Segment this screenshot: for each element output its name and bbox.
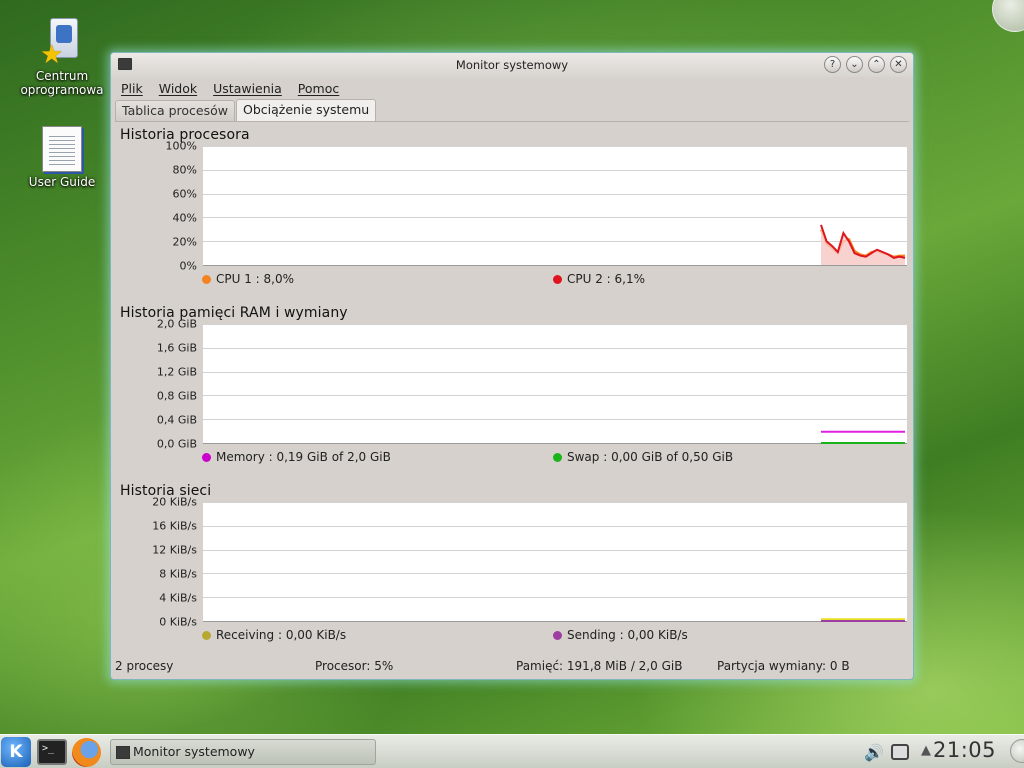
y-tick-label: 80% [172, 163, 197, 177]
software-center-icon: ★ [40, 18, 84, 68]
legend-receiving: Receiving : 0,00 KiB/s [202, 628, 346, 642]
y-tick-label: 0,8 GiB [156, 389, 197, 403]
sending-legend-label: Sending : 0,00 KiB/s [567, 628, 688, 642]
chart-svg [203, 146, 907, 266]
status-cpu: Procesor: 5% [315, 659, 394, 673]
y-tick-label: 1,6 GiB [156, 341, 197, 355]
system-load-panel: Historia procesora 100% 80% 60% 40% 20% 0% CP… [115, 121, 909, 651]
cpu-y-axis: 100% 80% 60% 40% 20% 0% [115, 140, 197, 273]
volume-icon[interactable]: 🔊 [864, 743, 884, 762]
memory-y-axis: 2,0 GiB 1,6 GiB 1,2 GiB 0,8 GiB 0,4 GiB 0,0 G… [115, 318, 197, 451]
kde-menu-icon[interactable]: K [1, 737, 31, 767]
legend-swap: Swap : 0,00 GiB of 0,50 GiB [553, 450, 733, 464]
chart-svg [203, 502, 907, 622]
network-history-plot [203, 502, 907, 622]
taskbar-task-system-monitor[interactable]: Monitor systemowy [110, 739, 376, 765]
status-processes: 2 procesy [115, 659, 174, 673]
y-tick-label: 16 KiB/s [152, 519, 197, 533]
y-tick-label: 20 KiB/s [152, 495, 197, 509]
desktop-icon-centrum[interactable]: ★ Centrum oprogramowa [16, 18, 108, 97]
statusbar: 2 procesy Procesor: 5% Pamięć: 191,8 MiB… [111, 653, 913, 679]
menu-pomoc[interactable]: Pomoc [298, 81, 339, 96]
taskbar: K >_ Monitor systemowy 🔊 ▲ 21:05 [0, 734, 1024, 768]
tab-bar: Tablica procesów Obciążenie systemu [111, 99, 913, 121]
window-titlebar[interactable]: Monitor systemowy ? ⌄ ⌃ ✕ [111, 53, 913, 77]
y-tick-label: 0% [179, 259, 197, 273]
desktop-icon-label: Centrum oprogramowa [20, 69, 104, 97]
cpu1-legend-label: CPU 1 : 8,0% [216, 272, 295, 286]
tray-arrow-icon[interactable]: ▲ [921, 743, 931, 758]
y-tick-label: 0 KiB/s [159, 615, 197, 629]
desktop-cashew-icon[interactable] [992, 0, 1024, 32]
legend-cpu2: CPU 2 : 6,1% [553, 272, 645, 286]
panel-cashew-icon[interactable] [1010, 739, 1024, 763]
chart-svg [203, 324, 907, 444]
system-monitor-window[interactable]: Monitor systemowy ? ⌄ ⌃ ✕ Plik Widok Ust… [110, 52, 914, 680]
y-tick-label: 12 KiB/s [152, 543, 197, 557]
desktop-icon-user-guide[interactable]: User Guide [16, 126, 108, 189]
network-icon[interactable] [891, 744, 909, 760]
receiving-legend-label: Receiving : 0,00 KiB/s [216, 628, 347, 642]
tab-system-load[interactable]: Obciążenie systemu [236, 99, 377, 121]
window-title: Monitor systemowy [455, 58, 569, 72]
firefox-icon[interactable] [72, 738, 101, 767]
y-tick-label: 0,4 GiB [156, 413, 197, 427]
desktop-icon-label: User Guide [28, 175, 96, 189]
receiving-legend-dot [202, 630, 211, 640]
menu-widok[interactable]: Widok [159, 81, 197, 96]
tab-process-table[interactable]: Tablica procesów [115, 100, 236, 121]
memory-legend-label: Memory : 0,19 GiB of 2,0 GiB [216, 450, 391, 464]
status-memory: Pamięć: 191,8 MiB / 2,0 GiB [516, 659, 683, 673]
sending-legend-dot [553, 630, 562, 640]
menubar: Plik Widok Ustawienia Pomoc [111, 77, 913, 99]
user-guide-icon [42, 126, 82, 172]
network-y-axis: 20 KiB/s 16 KiB/s 12 KiB/s 8 KiB/s 4 KiB/s 0 … [115, 496, 197, 629]
swap-legend-dot [553, 452, 562, 462]
y-tick-label: 100% [165, 139, 197, 153]
series-area-cpu-2 [821, 224, 905, 265]
y-tick-label: 40% [172, 211, 197, 225]
cpu2-legend-label: CPU 2 : 6,1% [567, 272, 646, 286]
help-button[interactable]: ? [824, 56, 841, 73]
minimize-button[interactable]: ⌄ [846, 56, 863, 73]
menu-plik[interactable]: Plik [121, 81, 143, 96]
clock[interactable]: 21:05 [933, 738, 996, 762]
y-tick-label: 60% [172, 187, 197, 201]
cpu-history-plot [203, 146, 907, 266]
menu-ustawienia[interactable]: Ustawienia [213, 81, 282, 96]
legend-cpu1: CPU 1 : 8,0% [202, 272, 294, 286]
status-swap: Partycja wymiany: 0 B [717, 659, 850, 673]
y-tick-label: 2,0 GiB [156, 317, 197, 331]
cpu2-legend-dot [553, 274, 562, 284]
terminal-icon[interactable]: >_ [37, 739, 67, 765]
y-tick-label: 1,2 GiB [156, 365, 197, 379]
close-button[interactable]: ✕ [890, 56, 907, 73]
y-tick-label: 20% [172, 235, 197, 249]
memory-history-title: Historia pamięci RAM i wymiany [120, 305, 348, 321]
legend-memory: Memory : 0,19 GiB of 2,0 GiB [202, 450, 391, 464]
y-tick-label: 0,0 GiB [156, 437, 197, 451]
y-tick-label: 8 KiB/s [159, 567, 197, 581]
swap-legend-label: Swap : 0,00 GiB of 0,50 GiB [567, 450, 734, 464]
memory-legend-dot [202, 452, 211, 462]
cpu1-legend-dot [202, 274, 211, 284]
legend-sending: Sending : 0,00 KiB/s [553, 628, 688, 642]
y-tick-label: 4 KiB/s [159, 591, 197, 605]
maximize-button[interactable]: ⌃ [868, 56, 885, 73]
memory-history-plot [203, 324, 907, 444]
